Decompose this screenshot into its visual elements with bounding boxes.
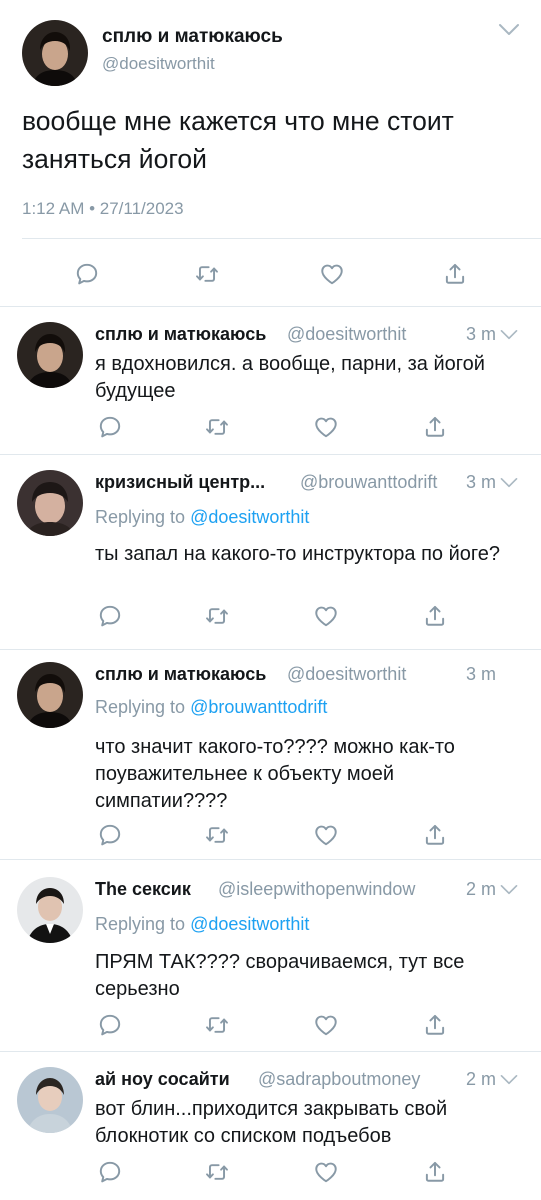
share-icon[interactable] [422,414,448,440]
heart-icon[interactable] [313,822,339,848]
reply-time: 3 m [465,324,496,344]
reply-tweet[interactable]: The сексик @isleepwithopenwindow 2 m Rep… [0,860,541,1052]
heart-icon[interactable] [319,261,345,287]
retweet-icon[interactable] [204,1159,230,1185]
reply-author-name[interactable]: сплю и матюкаюсь [95,664,266,685]
reply-time: 2 m [465,1069,496,1089]
reply-text: я вдохновился. а вообще, парни, за йогой… [95,353,485,402]
retweet-icon[interactable] [204,414,230,440]
heart-icon[interactable] [313,603,339,629]
reply-tweet[interactable]: ай ноу сосайти @sadrapboutmoney 2 m вот … [0,1052,541,1200]
replying-to-label: Replying to [95,914,191,934]
reply-icon[interactable] [97,1012,123,1038]
reply-text: ПРЯМ ТАК???? сворачиваемся, тут все серь… [95,951,465,1000]
avatar[interactable] [22,20,88,86]
avatar[interactable] [17,662,83,728]
replying-to-mention[interactable]: @doesitworthit [190,914,309,934]
reply-text: вот блин...приходится закрывать свой бло… [95,1098,448,1147]
reply-time: 3 m [465,472,496,492]
chevron-down-icon[interactable] [499,328,519,344]
share-icon[interactable] [422,603,448,629]
avatar[interactable] [17,470,83,536]
reply-author-name[interactable]: The сексик [95,879,191,900]
reply-icon[interactable] [97,1159,123,1185]
reply-author-handle[interactable]: @isleepwithopenwindow [218,879,415,900]
chevron-down-icon[interactable] [499,883,519,899]
reply-tweet[interactable]: кризисный центр... @brouwanttodrift 3 m … [0,455,541,650]
replying-to: Replying to @doesitworthit [95,507,309,528]
tweet-timestamp: 1:12 AM • 27/11/2023 [22,199,184,218]
retweet-icon[interactable] [194,261,220,287]
avatar[interactable] [17,1067,83,1133]
avatar[interactable] [17,322,83,388]
heart-icon[interactable] [313,414,339,440]
chevron-down-icon[interactable] [499,1073,519,1089]
replying-to: Replying to @doesitworthit [95,914,309,935]
heart-icon[interactable] [313,1159,339,1185]
replying-to-mention[interactable]: @brouwanttodrift [190,697,327,717]
reply-author-name[interactable]: сплю и матюкаюсь [95,324,266,345]
reply-icon[interactable] [97,822,123,848]
share-icon[interactable] [442,261,468,287]
reply-icon[interactable] [97,603,123,629]
chevron-down-icon[interactable] [497,22,521,42]
divider [22,238,541,239]
author-name[interactable]: сплю и матюкаюсь [102,26,283,48]
reply-tweet[interactable]: сплю и матюкаюсь @doesitworthit 3 m Repl… [0,650,541,860]
tweet-text: вообще мне кажется что мне стоит занятьс… [22,106,454,174]
retweet-icon[interactable] [204,603,230,629]
reply-author-name[interactable]: кризисный центр... [95,472,265,493]
share-icon[interactable] [422,1012,448,1038]
replying-to-label: Replying to [95,697,191,717]
reply-author-handle[interactable]: @brouwanttodrift [300,472,437,493]
retweet-icon[interactable] [204,1012,230,1038]
heart-icon[interactable] [313,1012,339,1038]
replying-to-mention[interactable]: @doesitworthit [190,507,309,527]
reply-author-name[interactable]: ай ноу сосайти [95,1069,230,1090]
reply-text: ты запал на какого-то инструктора по йог… [95,543,500,565]
reply-text: что значит какого-то???? можно как-то по… [95,736,455,812]
share-icon[interactable] [422,1159,448,1185]
reply-tweet[interactable]: сплю и матюкаюсь @doesitworthit 3 m я вд… [0,307,541,455]
reply-icon[interactable] [97,414,123,440]
share-icon[interactable] [422,822,448,848]
reply-author-handle[interactable]: @doesitworthit [287,324,406,345]
retweet-icon[interactable] [204,822,230,848]
reply-time: 3 m [465,664,496,684]
avatar[interactable] [17,877,83,943]
reply-time: 2 m [465,879,496,899]
reply-author-handle[interactable]: @doesitworthit [287,664,406,685]
reply-icon[interactable] [74,261,100,287]
main-tweet[interactable]: сплю и матюкаюсь @doesitworthit вообще м… [0,0,541,307]
reply-author-handle[interactable]: @sadrapboutmoney [258,1069,420,1090]
replying-to-label: Replying to [95,507,191,527]
chevron-down-icon[interactable] [499,476,519,492]
author-handle[interactable]: @doesitworthit [102,54,215,74]
replying-to: Replying to @brouwanttodrift [95,697,327,718]
